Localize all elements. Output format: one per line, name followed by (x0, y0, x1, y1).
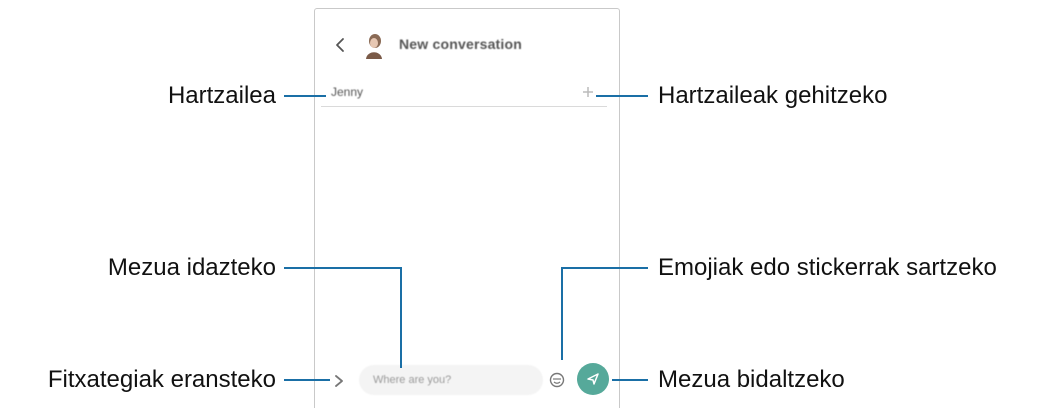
callout-add-recipients: Hartzaileak gehitzeko (658, 82, 888, 109)
contact-avatar[interactable] (361, 33, 387, 59)
attach-chevron-icon[interactable] (333, 373, 345, 389)
callout-emoji-stickers: Emojiak edo stickerrak sartzeko (658, 254, 997, 281)
recipient-name: Jenny (331, 85, 364, 99)
send-button[interactable] (577, 363, 609, 395)
back-icon[interactable] (333, 37, 347, 53)
send-icon (587, 373, 599, 385)
callout-attach-files: Fitxategiak eransteko (47, 366, 276, 393)
emoji-icon[interactable] (549, 372, 565, 388)
plus-icon[interactable] (581, 85, 595, 99)
recipient-field[interactable]: Jenny (321, 81, 607, 107)
conversation-title: New conversation (399, 36, 523, 52)
phone-screen: New conversation Jenny Where are you? (314, 8, 620, 408)
message-input[interactable]: Where are you? (359, 365, 543, 395)
callout-compose-message: Mezua idazteko (107, 254, 276, 281)
callout-send-message: Mezua bidaltzeko (658, 366, 845, 393)
callout-recipient: Hartzailea (167, 82, 276, 109)
